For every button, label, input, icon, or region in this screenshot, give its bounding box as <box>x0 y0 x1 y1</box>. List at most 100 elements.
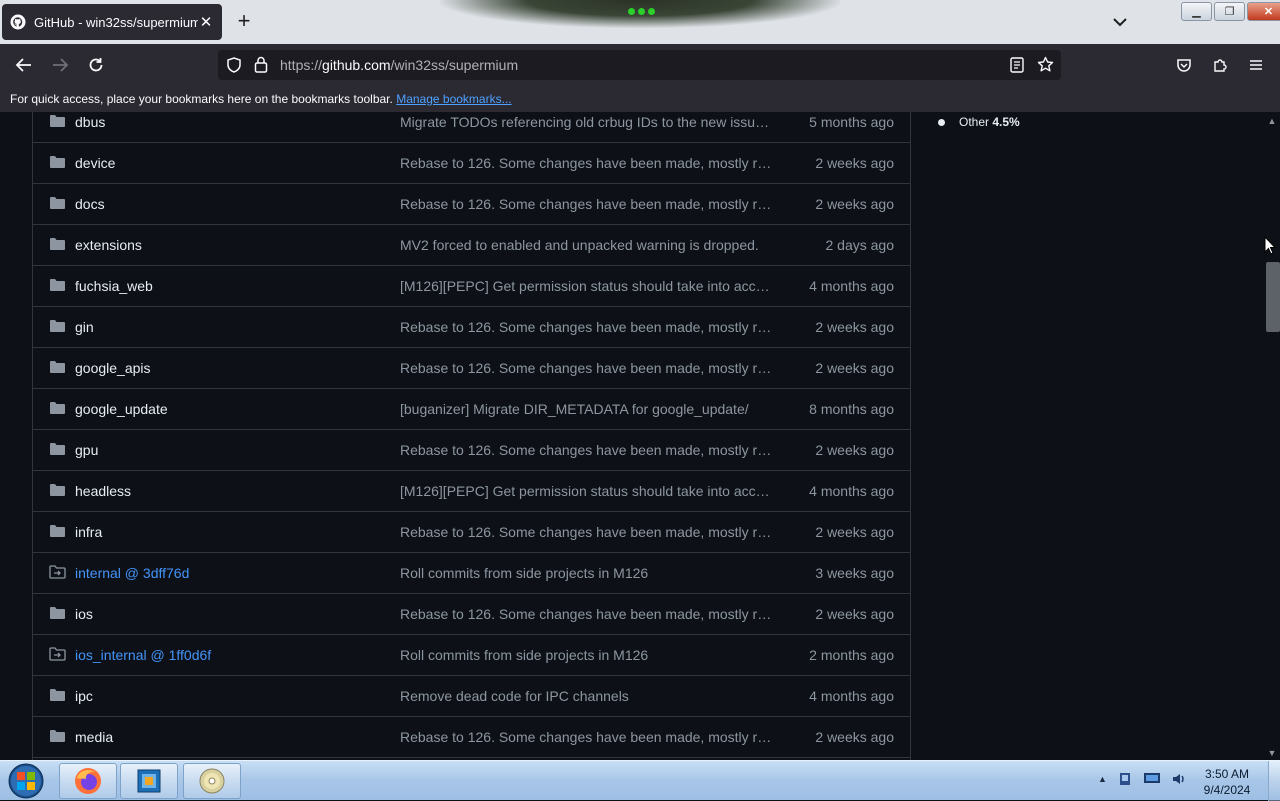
manage-bookmarks-link[interactable]: Manage bookmarks... <box>396 92 511 106</box>
commit-date: 2 weeks ago <box>815 729 894 745</box>
commit-message-link[interactable]: Migrate TODOs referencing old crbug IDs … <box>400 114 776 130</box>
reload-button[interactable] <box>84 53 108 77</box>
reader-view-icon[interactable] <box>1010 57 1024 73</box>
folder-icon <box>50 689 65 701</box>
file-row[interactable]: headless [M126][PEPC] Get permission stat… <box>33 471 910 512</box>
commit-date: 2 weeks ago <box>815 155 894 171</box>
minimize-button[interactable]: ▁ <box>1181 2 1212 21</box>
close-window-button[interactable]: ✕ <box>1247 2 1280 21</box>
commit-date: 4 months ago <box>809 688 894 704</box>
taskbar-clock[interactable]: 3:50 AM 9/4/2024 <box>1196 766 1258 798</box>
file-name-link[interactable]: media <box>75 729 113 745</box>
file-name-link[interactable]: fuchsia_web <box>75 278 153 294</box>
back-button[interactable] <box>12 53 36 77</box>
submodule-folder-icon <box>49 647 66 661</box>
file-row[interactable]: google_update [buganizer] Migrate DIR_MET… <box>33 389 910 430</box>
page-scrollbar[interactable]: ▲ ▼ <box>1264 112 1280 760</box>
scroll-up-arrow-icon[interactable]: ▲ <box>1267 116 1277 126</box>
commit-message-link[interactable]: [buganizer] Migrate DIR_METADATA for goo… <box>400 401 776 417</box>
commit-message-link[interactable]: Rebase to 126. Some changes have been ma… <box>400 319 776 335</box>
address-bar[interactable]: https://github.com/win32ss/supermium <box>218 50 1061 80</box>
commit-message-link[interactable]: [M126][PEPC] Get permission status shoul… <box>400 483 776 499</box>
window-controls: ▁ ❐ ✕ <box>1181 2 1280 21</box>
folder-icon <box>50 279 65 291</box>
reload-icon <box>89 58 103 72</box>
language-stat-other[interactable]: Other 4.5% <box>938 115 1020 129</box>
forward-button[interactable] <box>48 53 72 77</box>
scroll-down-arrow-icon[interactable]: ▼ <box>1267 748 1277 758</box>
commit-message-link[interactable]: Remove dead code for IPC channels <box>400 688 776 704</box>
windows-taskbar: ▲ 3:50 AM 9/4/2024 <box>0 760 1280 801</box>
tab-github-supermium[interactable]: GitHub - win32ss/supermium: ✕ <box>2 4 222 40</box>
close-tab-icon[interactable]: ✕ <box>198 14 214 31</box>
file-name-link[interactable]: gin <box>75 319 94 335</box>
folder-icon <box>50 156 65 168</box>
commit-message-link[interactable]: Rebase to 126. Some changes have been ma… <box>400 360 776 376</box>
tracking-protection-shield-icon[interactable] <box>226 57 242 73</box>
commit-message-link[interactable]: [M126][PEPC] Get permission status shoul… <box>400 278 776 294</box>
commit-message-link[interactable]: Roll commits from side projects in M126 <box>400 565 776 581</box>
bookmark-star-icon[interactable] <box>1037 56 1054 73</box>
pocket-button[interactable] <box>1172 53 1196 77</box>
commit-message-link[interactable]: MV2 forced to enabled and unpacked warni… <box>400 237 776 253</box>
file-row[interactable]: ios Rebase to 126. Some changes have been… <box>33 594 910 635</box>
file-name-link[interactable]: ios <box>75 606 93 622</box>
file-name-link[interactable]: device <box>75 155 115 171</box>
commit-message-link[interactable]: Rebase to 126. Some changes have been ma… <box>400 155 776 171</box>
file-name-link[interactable]: headless <box>75 483 131 499</box>
taskbar-firefox[interactable] <box>59 763 117 799</box>
commit-message-link[interactable]: Roll commits from side projects in M126 <box>400 647 776 663</box>
lock-icon[interactable] <box>254 56 268 73</box>
file-row[interactable]: google_apis Rebase to 126. Some changes h… <box>33 348 910 389</box>
file-name-link[interactable]: google_update <box>75 401 168 417</box>
commit-message-link[interactable]: Rebase to 126. Some changes have been ma… <box>400 442 776 458</box>
commit-message-link[interactable]: Rebase to 126. Some changes have been ma… <box>400 729 776 745</box>
file-name-link[interactable]: docs <box>75 196 105 212</box>
new-tab-button[interactable]: + <box>232 10 256 34</box>
file-row[interactable]: docs Rebase to 126. Some changes have bee… <box>33 184 910 225</box>
file-row[interactable]: device Rebase to 126. Some changes have b… <box>33 143 910 184</box>
folder-icon <box>50 115 65 127</box>
file-row[interactable]: ios_internal @ 1ff0d6f Roll commits from … <box>33 635 910 676</box>
list-all-tabs-icon[interactable] <box>1110 12 1130 32</box>
file-row[interactable]: infra Rebase to 126. Some changes have be… <box>33 512 910 553</box>
url-path: /win32ss/supermium <box>390 57 519 73</box>
file-name-link[interactable]: infra <box>75 524 102 540</box>
show-hidden-icons-icon[interactable]: ▲ <box>1098 774 1107 784</box>
file-name-link[interactable]: dbus <box>75 114 105 130</box>
app-menu-button[interactable] <box>1244 53 1268 77</box>
file-row[interactable]: gin Rebase to 126. Some changes have been… <box>33 307 910 348</box>
file-row[interactable]: media Rebase to 126. Some changes have be… <box>33 717 910 758</box>
taskbar-virtualbox[interactable] <box>120 763 178 799</box>
file-row[interactable]: ipc Remove dead code for IPC channels 4 mo… <box>33 676 910 717</box>
file-name-link[interactable]: extensions <box>75 237 142 253</box>
commit-date: 4 months ago <box>809 483 894 499</box>
url-text[interactable]: https://github.com/win32ss/supermium <box>280 57 518 73</box>
commit-date: 2 weeks ago <box>815 319 894 335</box>
commit-message-link[interactable]: Rebase to 126. Some changes have been ma… <box>400 524 776 540</box>
file-row[interactable]: dbus Migrate TODOs referencing old crbug … <box>33 112 910 143</box>
file-name-link[interactable]: ipc <box>75 688 93 704</box>
scrollbar-thumb[interactable] <box>1266 262 1280 332</box>
restore-button[interactable]: ❐ <box>1214 2 1245 21</box>
file-row[interactable]: gpu Rebase to 126. Some changes have been… <box>33 430 910 471</box>
commit-date: 8 months ago <box>809 401 894 417</box>
file-name-link[interactable]: ios_internal @ 1ff0d6f <box>75 647 211 663</box>
volume-icon[interactable] <box>1171 771 1187 787</box>
taskbar-dvd-player[interactable] <box>183 763 241 799</box>
file-row[interactable]: extensions MV2 forced to enabled and unpa… <box>33 225 910 266</box>
network-icon[interactable] <box>1143 772 1161 786</box>
file-name-link[interactable]: gpu <box>75 442 98 458</box>
commit-message-link[interactable]: Rebase to 126. Some changes have been ma… <box>400 606 776 622</box>
commit-message-link[interactable]: Rebase to 126. Some changes have been ma… <box>400 196 776 212</box>
show-desktop-button[interactable] <box>1268 761 1280 801</box>
forward-arrow-icon <box>53 58 69 72</box>
start-button-windows-orb-icon[interactable] <box>4 762 48 800</box>
file-name-link[interactable]: google_apis <box>75 360 151 376</box>
folder-icon <box>50 730 65 742</box>
extensions-button[interactable] <box>1208 53 1232 77</box>
action-center-flag-icon[interactable] <box>1117 771 1133 787</box>
file-row[interactable]: internal @ 3dff76d Roll commits from side… <box>33 553 910 594</box>
file-name-link[interactable]: internal @ 3dff76d <box>75 565 189 581</box>
file-row[interactable]: fuchsia_web [M126][PEPC] Get permission s… <box>33 266 910 307</box>
